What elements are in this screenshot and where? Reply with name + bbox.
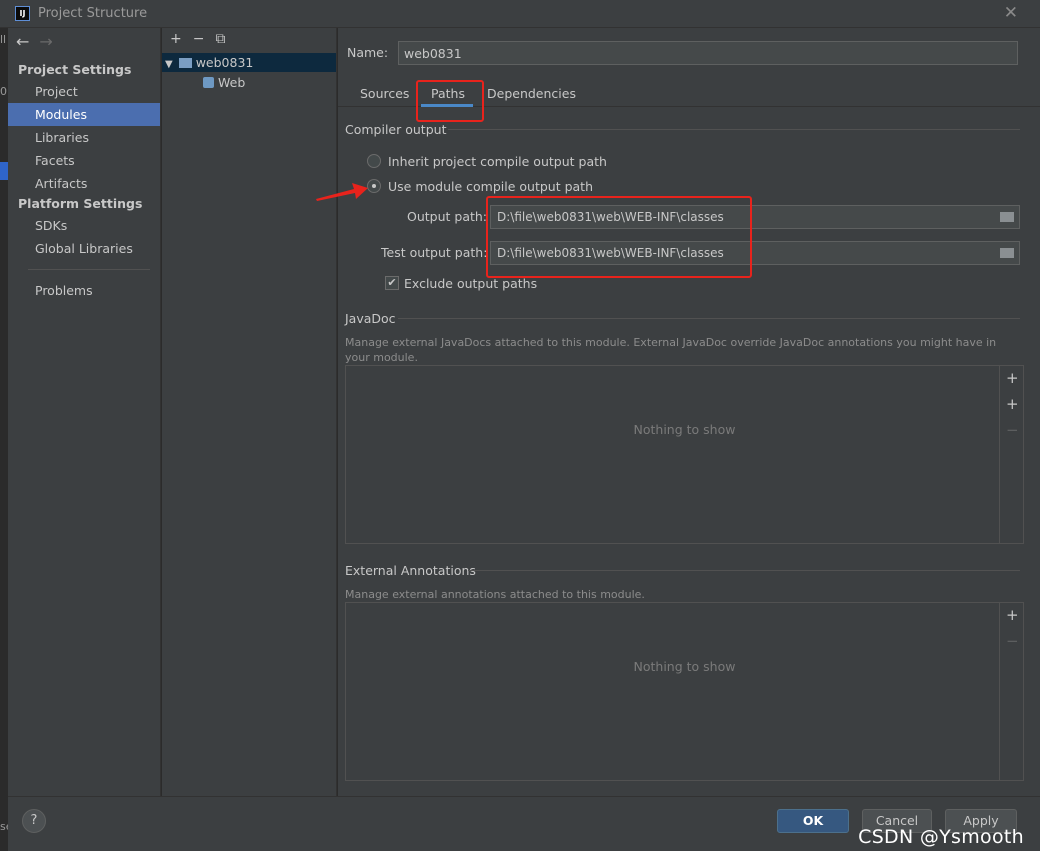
inherit-output-label[interactable]: Inherit project compile output path (388, 154, 607, 169)
help-button[interactable]: ? (22, 809, 46, 833)
use-module-output-label[interactable]: Use module compile output path (388, 179, 593, 194)
add-icon[interactable]: + (1006, 606, 1019, 624)
ok-button[interactable]: OK (777, 809, 849, 833)
test-output-path-label: Test output path: (381, 245, 488, 260)
web-facet-icon (203, 77, 214, 88)
nav-item-libraries[interactable]: Libraries (8, 126, 160, 149)
javadoc-list[interactable]: Nothing to show + + − (345, 365, 1024, 544)
javadoc-list-toolbar: + + − (999, 366, 1023, 543)
background-window-edge: ll 01 se (0, 28, 14, 851)
module-name: web0831 (195, 55, 254, 70)
browse-folder-icon[interactable] (1000, 212, 1014, 222)
tab-sources[interactable]: Sources (360, 86, 409, 101)
copy-icon[interactable]: ⧉ (215, 31, 225, 47)
group-divider (448, 129, 1020, 130)
section-project-settings: Project Settings (18, 62, 132, 77)
edge-selection (0, 162, 8, 180)
output-path-label: Output path: (407, 209, 488, 224)
external-annotations-title: External Annotations (345, 563, 476, 578)
forward-arrow-icon[interactable]: → (39, 32, 52, 51)
javadoc-empty-text: Nothing to show (633, 422, 736, 437)
watermark-text: CSDN @Ysmooth (858, 826, 1024, 848)
module-folder-icon (178, 58, 192, 68)
output-paths-highlight (486, 196, 752, 278)
nav-item-global-libraries[interactable]: Global Libraries (8, 237, 160, 260)
module-name-input[interactable] (398, 41, 1018, 65)
name-label: Name: (347, 45, 389, 60)
red-arrow-icon (316, 183, 368, 201)
add-url-icon[interactable]: + (1006, 395, 1019, 413)
nav-item-problems[interactable]: Problems (8, 279, 160, 302)
nav-divider (28, 269, 150, 270)
compiler-output-title: Compiler output (345, 122, 447, 137)
external-annotations-description: Manage external annotations attached to … (345, 588, 645, 601)
annotations-empty-text: Nothing to show (633, 659, 736, 674)
nav-item-artifacts[interactable]: Artifacts (8, 172, 160, 195)
javadoc-title: JavaDoc (345, 311, 396, 326)
external-annotations-list[interactable]: Nothing to show + − (345, 602, 1024, 781)
back-arrow-icon[interactable]: ← (16, 32, 29, 51)
javadoc-description: Manage external JavaDocs attached to thi… (345, 336, 997, 364)
window-title: Project Structure (38, 6, 148, 21)
remove-icon[interactable]: − (1006, 421, 1019, 439)
settings-nav: ← → Project Settings Project Modules Libr… (8, 28, 161, 796)
exclude-output-label[interactable]: Exclude output paths (404, 276, 537, 291)
module-tree: + − ⧉ ▼ web0831 Web (162, 28, 337, 796)
nav-item-project[interactable]: Project (8, 80, 160, 103)
tree-row-module[interactable]: ▼ web0831 (165, 53, 253, 72)
section-platform-settings: Platform Settings (18, 196, 143, 211)
group-divider (468, 570, 1020, 571)
nav-item-facets[interactable]: Facets (8, 149, 160, 172)
add-icon[interactable]: + (170, 31, 182, 47)
remove-icon[interactable]: − (1006, 632, 1019, 650)
annotations-list-toolbar: + − (999, 603, 1023, 780)
browse-folder-icon[interactable] (1000, 248, 1014, 258)
tree-row-web-facet[interactable]: Web (203, 73, 245, 92)
nav-item-sdks[interactable]: SDKs (8, 214, 160, 237)
history-arrows: ← → (16, 32, 53, 51)
close-icon[interactable]: ✕ (1004, 3, 1018, 23)
intellij-logo-icon: IJ (15, 6, 30, 21)
exclude-output-checkbox[interactable]: ✔ (385, 276, 399, 290)
expand-arrow-icon[interactable]: ▼ (165, 59, 173, 70)
module-settings-panel: Name: Sources Paths Dependencies Compile… (338, 28, 1040, 796)
remove-icon[interactable]: − (193, 31, 205, 47)
edge-fragment: ll (0, 33, 7, 46)
paths-tab-highlight (416, 80, 484, 122)
tab-dependencies[interactable]: Dependencies (487, 86, 576, 101)
web-facet-label: Web (218, 75, 246, 90)
group-divider (398, 318, 1020, 319)
tree-toolbar: + − ⧉ (170, 31, 236, 47)
inherit-output-radio[interactable] (367, 154, 381, 168)
nav-item-modules[interactable]: Modules (8, 103, 160, 126)
add-icon[interactable]: + (1006, 369, 1019, 387)
title-bar: IJ Project Structure ✕ (0, 0, 1040, 28)
